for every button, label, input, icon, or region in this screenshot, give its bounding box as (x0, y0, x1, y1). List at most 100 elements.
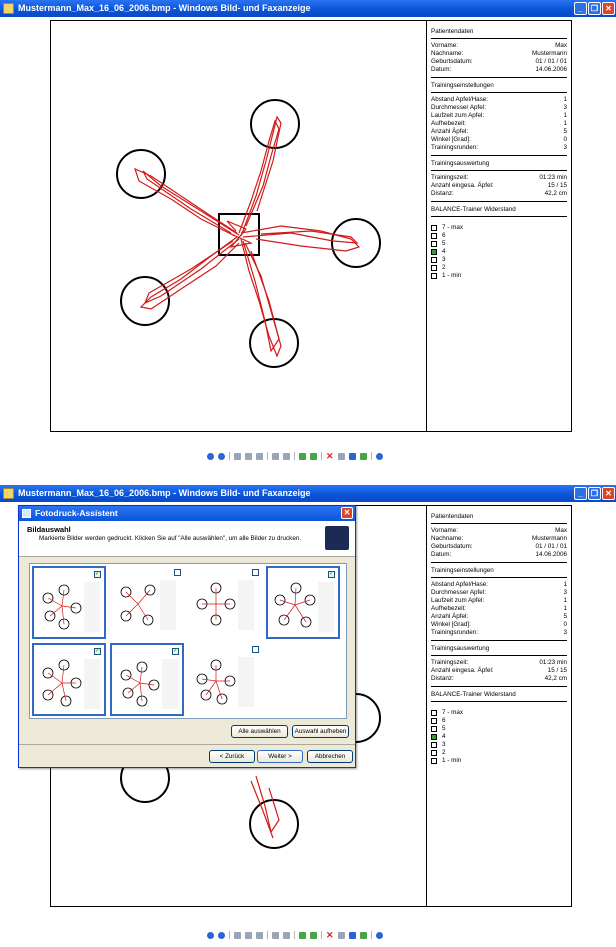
thumbnail-checkbox[interactable] (252, 646, 259, 653)
field-value: 01:23 min (539, 659, 567, 666)
thumbnail-preview (196, 580, 254, 630)
target-circle (249, 318, 299, 368)
delete-icon[interactable]: ✕ (326, 451, 334, 460)
edit-icon[interactable] (359, 931, 367, 939)
thumbnail-checkbox[interactable]: ✓ (94, 648, 101, 655)
level-label: 1 - min (442, 272, 462, 279)
thumbnail-preview (274, 582, 334, 632)
thumbnail-checkbox[interactable] (174, 569, 181, 576)
edit-icon[interactable] (359, 452, 367, 460)
zoom-out-icon[interactable] (283, 931, 290, 939)
field-label: Trainingszeit: (431, 174, 469, 181)
thumbnail-checkbox[interactable]: ✓ (172, 648, 179, 655)
viewer-window-top: Mustermann_Max_16_06_2006.bmp - Windows … (0, 0, 616, 470)
level-checkbox (431, 742, 437, 748)
level-checkbox (431, 726, 437, 732)
toolbar-separator (294, 931, 295, 939)
rotate-counterclockwise-icon[interactable] (310, 452, 317, 460)
maximize-button[interactable]: ❐ (588, 487, 601, 500)
thumbnail[interactable]: ✓ (266, 566, 340, 639)
level-label: 7 - max (442, 709, 463, 716)
back-button[interactable]: < Zurück (209, 750, 255, 763)
settings-section-header: Trainingseinstellungen (431, 77, 567, 93)
level-label: 4 (442, 248, 446, 255)
thumbnail[interactable] (188, 566, 262, 639)
field-label: Aufhebezeit: (431, 120, 467, 127)
best-fit-icon[interactable] (234, 452, 241, 460)
photo-print-wizard: Fotodruck-Assistent ✕ Bildauswahl Markie… (18, 505, 356, 768)
level-label: 2 (442, 749, 446, 756)
thumbnail[interactable]: ✓ (110, 643, 184, 716)
save-icon[interactable] (348, 452, 356, 460)
minimize-button[interactable]: _ (574, 2, 587, 15)
level-row: 2 (431, 264, 567, 272)
best-fit-icon[interactable] (234, 931, 241, 939)
toolbar-separator (267, 452, 268, 460)
select-all-button[interactable]: Alle auswählen (231, 725, 288, 738)
dialog-divider (19, 744, 355, 745)
close-button[interactable]: ✕ (602, 2, 615, 15)
thumbnail-checkbox[interactable]: ✓ (94, 571, 101, 578)
thumbnail[interactable]: ✓ (32, 566, 106, 639)
field-value: Mustermann (532, 50, 567, 57)
help-icon[interactable] (375, 452, 383, 460)
close-button[interactable]: ✕ (602, 487, 615, 500)
target-circle (249, 799, 299, 849)
thumbnail-preview (42, 659, 100, 709)
level-checkbox (431, 273, 437, 279)
level-checkbox (431, 257, 437, 263)
next-image-icon[interactable] (218, 452, 225, 460)
field-value: 1 (563, 112, 567, 119)
window-title: Mustermann_Max_16_06_2006.bmp - Windows … (18, 488, 311, 498)
zoom-in-icon[interactable] (272, 452, 279, 460)
thumbnail[interactable] (110, 566, 184, 639)
actual-size-icon[interactable] (245, 931, 252, 939)
level-label: 2 (442, 264, 446, 271)
field-label: Laufzeit zum Apfel: (431, 112, 485, 119)
level-row: 2 (431, 749, 567, 757)
slideshow-icon[interactable] (256, 452, 263, 460)
app-icon (3, 488, 14, 499)
level-checkbox (431, 233, 437, 239)
field-value: 1 (563, 96, 567, 103)
slideshow-icon[interactable] (256, 931, 263, 939)
previous-image-icon[interactable] (207, 452, 214, 460)
rotate-counterclockwise-icon[interactable] (310, 931, 317, 939)
zoom-out-icon[interactable] (283, 452, 290, 460)
field-label: Anzahl Äpfel: (431, 613, 469, 620)
thumbnail[interactable] (188, 643, 262, 716)
deselect-all-button[interactable]: Auswahl aufheben (292, 725, 349, 738)
thumbnail-grid[interactable]: ✓ ✓ ✓ ✓ (29, 563, 347, 719)
help-icon[interactable] (375, 931, 383, 939)
dialog-close-button[interactable]: ✕ (341, 507, 353, 519)
field-value: 15 / 15 (547, 667, 567, 674)
next-image-icon[interactable] (218, 931, 225, 939)
level-row: 6 (431, 232, 567, 240)
wizard-icon (22, 509, 31, 518)
print-icon[interactable] (337, 931, 345, 939)
save-icon[interactable] (348, 931, 356, 939)
field-label: Nachname: (431, 50, 464, 57)
field-value: 01 / 01 / 01 (535, 58, 567, 65)
field-label: Anzahl eingesa. Äpfel: (431, 667, 494, 674)
delete-icon[interactable]: ✕ (326, 930, 334, 939)
previous-image-icon[interactable] (207, 931, 214, 939)
field-label: Trainingsrunden: (431, 629, 479, 636)
field-label: Anzahl eingesa. Äpfel: (431, 182, 494, 189)
field-label: Vorname: (431, 527, 458, 534)
viewer-toolbar: ✕ (207, 930, 383, 939)
maximize-button[interactable]: ❐ (588, 2, 601, 15)
next-button[interactable]: Weiter > (257, 750, 303, 763)
actual-size-icon[interactable] (245, 452, 252, 460)
thumbnail[interactable]: ✓ (32, 643, 106, 716)
cancel-button[interactable]: Abbrechen (307, 750, 353, 763)
thumbnail-checkbox[interactable]: ✓ (328, 571, 335, 578)
zoom-in-icon[interactable] (272, 931, 279, 939)
rotate-clockwise-icon[interactable] (299, 452, 306, 460)
rotate-clockwise-icon[interactable] (299, 931, 306, 939)
minimize-button[interactable]: _ (574, 487, 587, 500)
level-label: 3 (442, 741, 446, 748)
thumbnail-checkbox[interactable] (252, 569, 259, 576)
field-label: Durchmesser Apfel: (431, 589, 486, 596)
print-icon[interactable] (337, 452, 345, 460)
